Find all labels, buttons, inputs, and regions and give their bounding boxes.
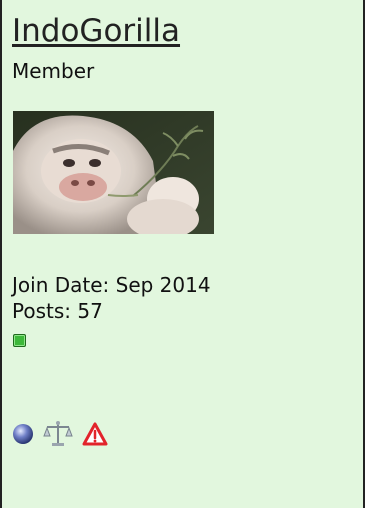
scales-icon[interactable] [43,420,73,448]
user-info-panel: IndoGorilla Member Join Date: Sep 2014 P… [0,0,365,508]
reputation-orb-icon[interactable] [12,423,34,445]
join-date-value: Sep 2014 [115,273,211,297]
avatar-image [13,111,214,234]
online-status-icon[interactable] [13,334,26,347]
avatar[interactable] [13,111,214,234]
warning-triangle-icon[interactable] [82,422,108,446]
username-link[interactable]: IndoGorilla [12,13,180,49]
posts-label: Posts: [12,299,72,323]
join-date: Join Date: Sep 2014 [12,273,211,297]
user-title: Member [12,59,95,83]
user-action-icons [12,420,108,448]
post-count: Posts: 57 [12,299,103,323]
posts-value: 57 [77,299,103,323]
join-date-label: Join Date: [12,273,110,297]
